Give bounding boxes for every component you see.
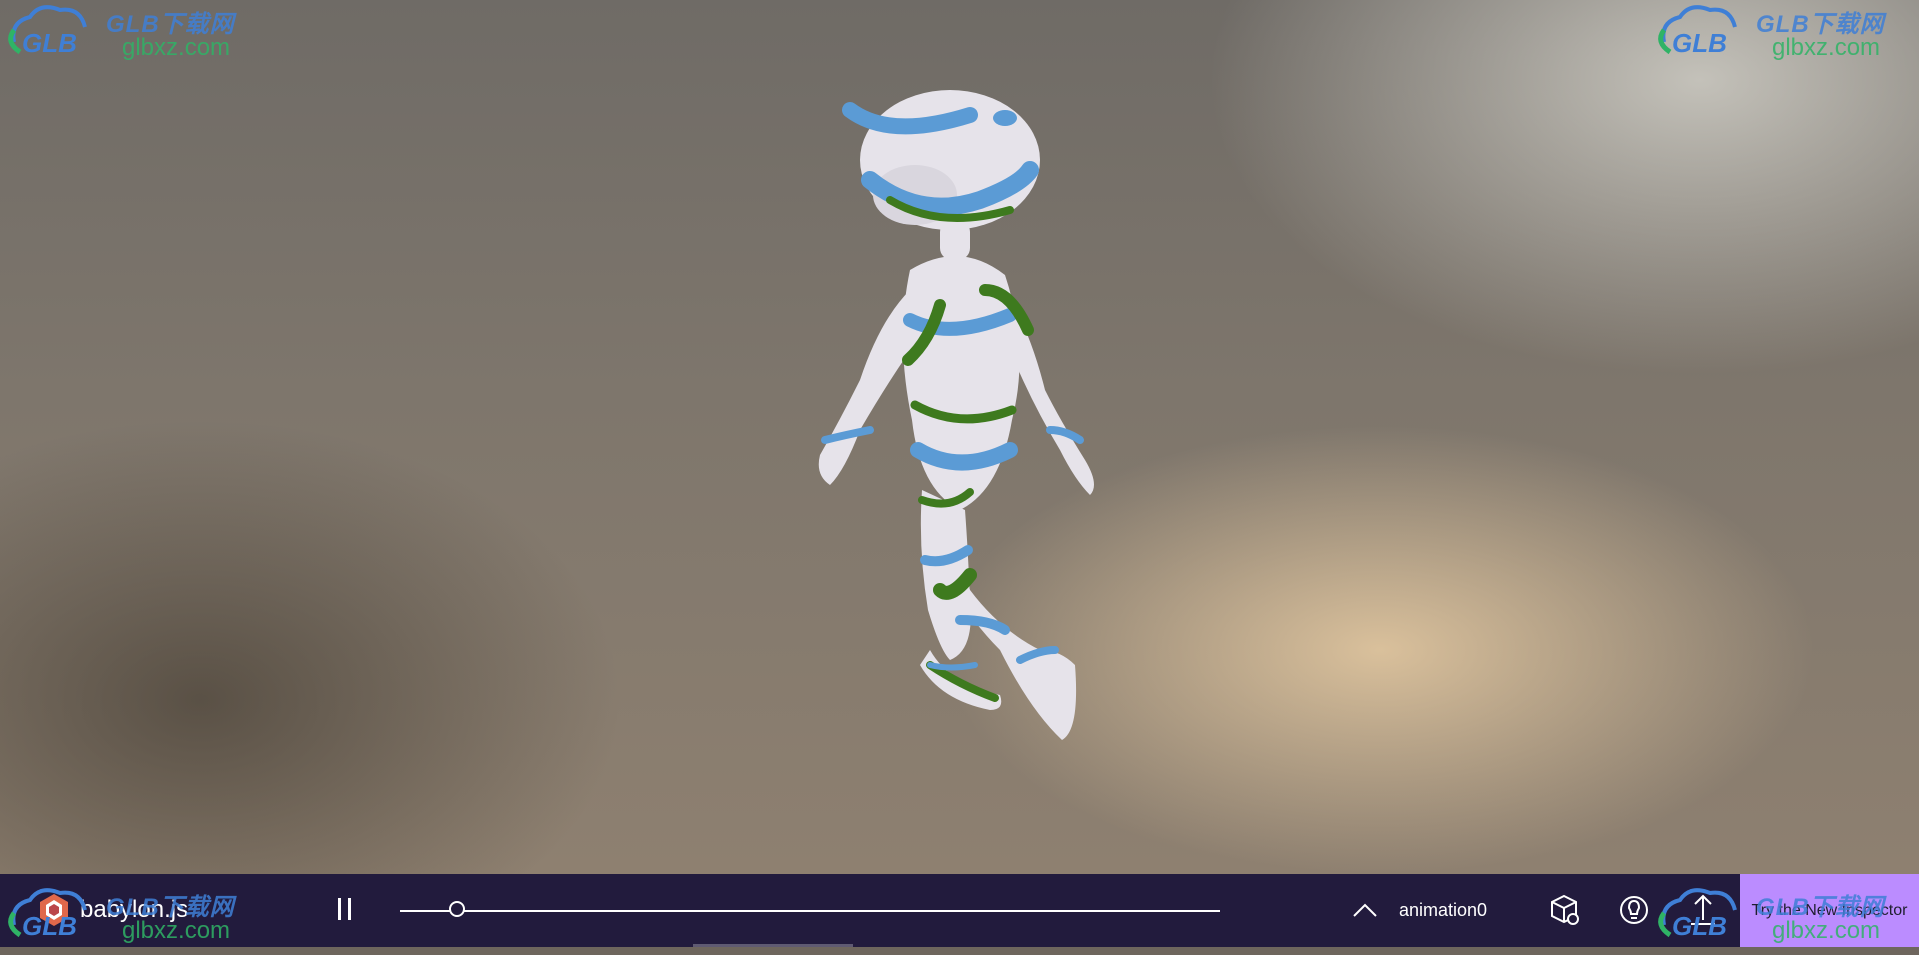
glb-cloud-logo-icon: GLB (1658, 888, 1737, 941)
watermark-site: glbxz.com (122, 917, 231, 944)
pause-icon (338, 898, 341, 920)
pause-button[interactable] (334, 896, 356, 922)
viewer-toolbar: babylon.js animation0 Try the New Inspec… (0, 874, 1919, 947)
watermark-bottom-right: GLB GLB下载网 glbxz.com (1650, 885, 1919, 955)
character-model[interactable] (800, 90, 1120, 750)
watermark-top-right: GLB GLB下载网 glbxz.com (1650, 2, 1919, 72)
slider-thumb[interactable] (449, 901, 466, 917)
watermark-logo-text: GLB (22, 911, 77, 941)
animation-progress-slider[interactable] (400, 901, 1220, 917)
glb-cloud-logo-icon: GLB (8, 888, 87, 941)
pause-icon (348, 898, 351, 920)
watermark-logo-text: GLB (22, 28, 77, 58)
watermark-top-left: GLB GLB下载网 glbxz.com (0, 2, 280, 72)
watermark-bottom-left: GLB GLB下载网 glbxz.com (0, 885, 280, 955)
watermark-site: glbxz.com (1772, 917, 1881, 944)
watermark-logo-text: GLB (1672, 28, 1727, 58)
glb-cloud-logo-icon: GLB (8, 5, 87, 58)
lightbulb-icon[interactable] (1614, 890, 1654, 930)
3d-viewport[interactable] (0, 0, 1919, 874)
chevron-up-icon[interactable] (1350, 898, 1380, 922)
watermark-logo-text: GLB (1672, 911, 1727, 941)
glb-cloud-logo-icon: GLB (1658, 5, 1737, 58)
watermark-site: glbxz.com (1772, 34, 1881, 61)
animation-name[interactable]: animation0 (1399, 900, 1487, 921)
watermark-site: glbxz.com (122, 34, 231, 61)
cube-settings-icon[interactable] (1544, 890, 1584, 930)
